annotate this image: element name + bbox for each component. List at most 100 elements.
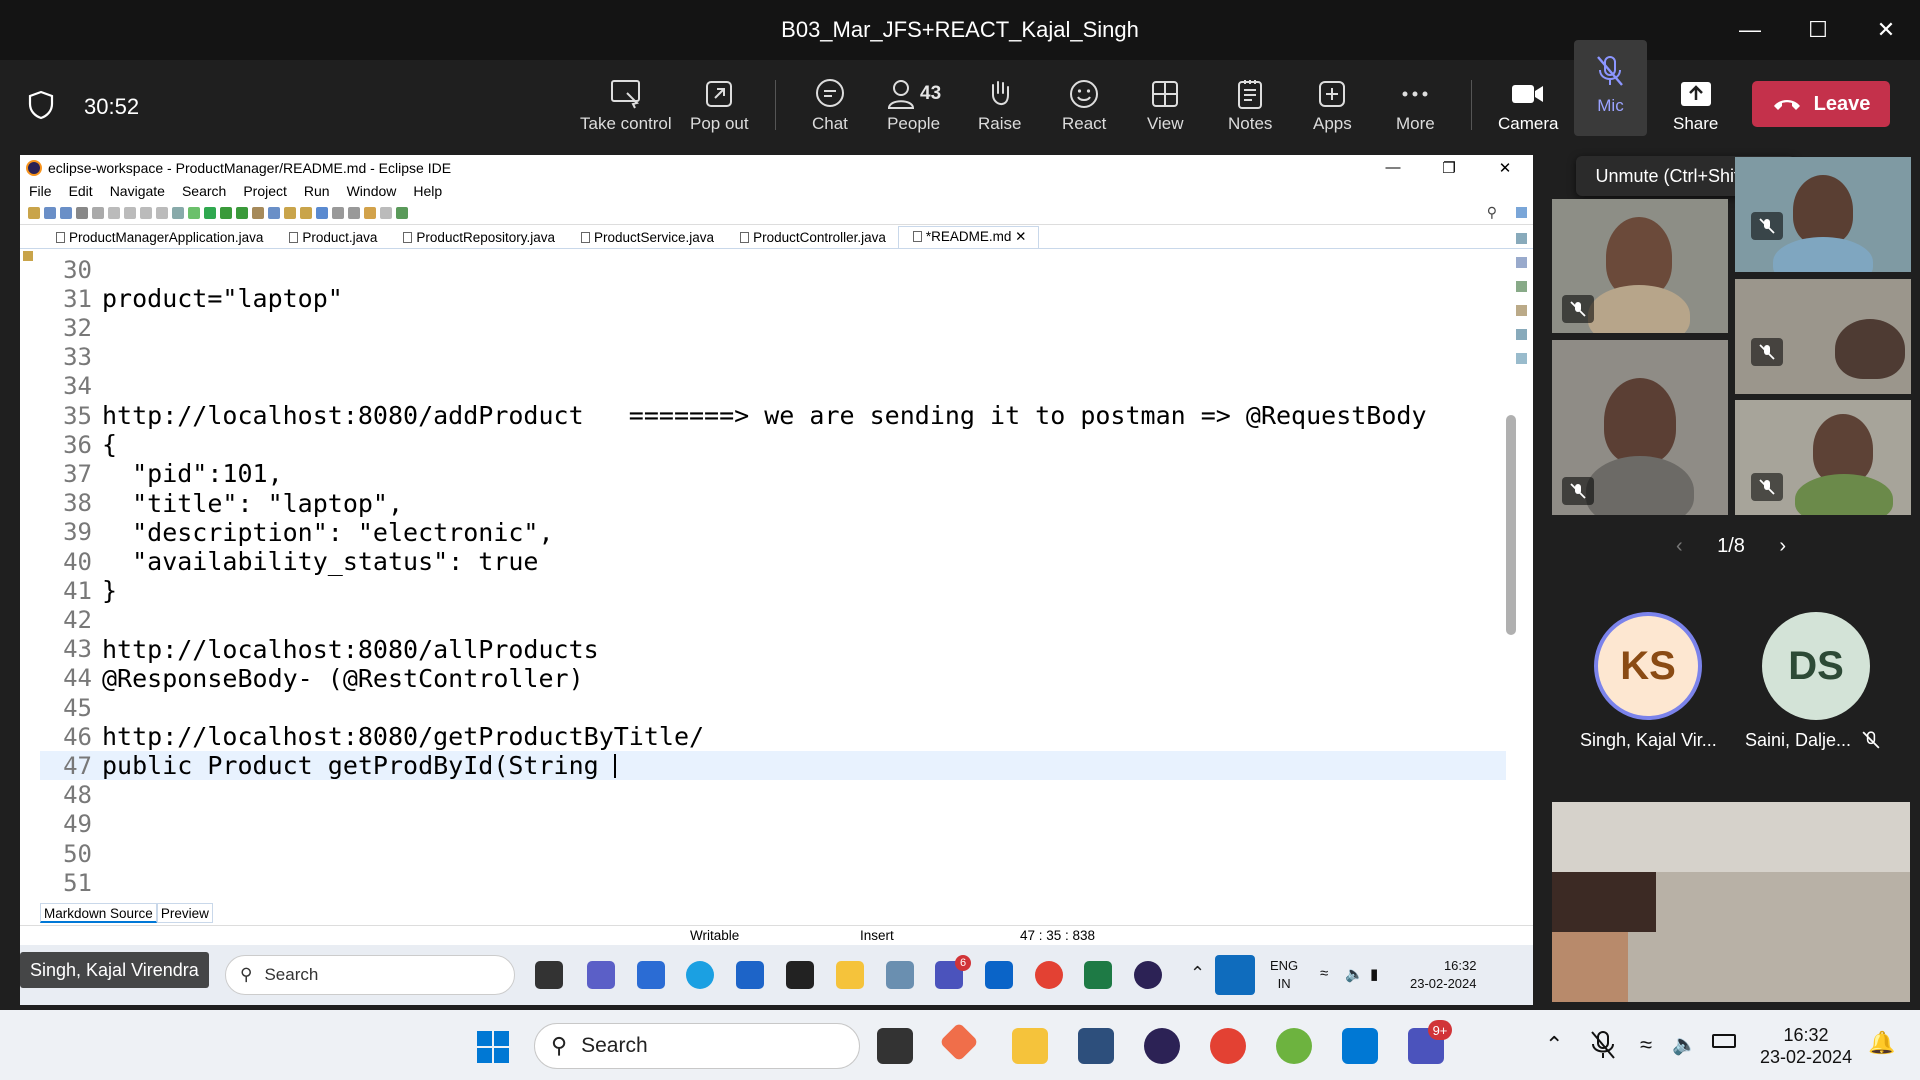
suspend-icon[interactable] — [140, 206, 152, 219]
calculator-icon[interactable] — [886, 961, 914, 989]
tab-productmanagerapplication[interactable]: ProductManagerApplication.java — [42, 230, 275, 248]
save-icon[interactable] — [44, 206, 56, 219]
print-icon[interactable] — [76, 206, 88, 219]
menu-edit[interactable]: Edit — [69, 183, 93, 199]
notification-bell-icon[interactable]: 🔔 — [1868, 1030, 1895, 1056]
tab-productrepository[interactable]: ProductRepository.java — [389, 230, 567, 248]
pop-out-button[interactable]: Pop out — [690, 74, 749, 146]
spring-tools-icon[interactable] — [1276, 1028, 1312, 1064]
tab-productcontroller[interactable]: ProductController.java — [726, 230, 898, 248]
tray-chevron-icon[interactable]: ⌃ — [1190, 963, 1205, 984]
folder-icon[interactable] — [836, 961, 864, 989]
presenter-mic-icon[interactable] — [1215, 955, 1255, 995]
maximize-icon[interactable]: ☐ — [1784, 0, 1852, 60]
camera-button[interactable]: Camera — [1498, 74, 1558, 146]
open-resource-icon[interactable] — [284, 206, 296, 219]
outlook-icon[interactable] — [985, 961, 1013, 989]
tab-close-icon[interactable]: ✕ — [1015, 229, 1026, 244]
code-line[interactable]: 43 http://localhost:8080/allProducts — [40, 635, 1506, 664]
problems-icon[interactable] — [1516, 281, 1527, 292]
eclipse-minimize-icon[interactable]: — — [1365, 155, 1421, 180]
participant-video[interactable] — [1735, 400, 1911, 515]
code-line[interactable]: 35 http://localhost:8080/addProduct =====… — [40, 401, 1506, 430]
leave-button[interactable]: Leave — [1752, 81, 1890, 127]
pager-next-icon[interactable]: › — [1779, 535, 1786, 558]
vscode-icon[interactable] — [1342, 1028, 1378, 1064]
menu-help[interactable]: Help — [413, 183, 442, 199]
participant-video[interactable] — [1735, 279, 1911, 394]
task-list-icon[interactable] — [1516, 257, 1527, 268]
teams-icon[interactable] — [587, 961, 615, 989]
resume-icon[interactable] — [124, 206, 136, 219]
coverage-icon[interactable] — [220, 206, 232, 219]
code-line[interactable]: 36 { — [40, 430, 1506, 459]
code-line[interactable]: 44 @ResponseBody- (@RestController) — [40, 664, 1506, 693]
code-line[interactable]: 46 http://localhost:8080/getProductByTitl… — [40, 722, 1506, 751]
back-icon[interactable] — [364, 206, 376, 219]
wifi-icon[interactable]: ≈ — [1320, 965, 1328, 982]
chrome-icon[interactable] — [1210, 1028, 1246, 1064]
skip-icon[interactable] — [108, 206, 120, 219]
tab-preview[interactable]: Preview — [156, 903, 213, 923]
next-annotation-icon[interactable] — [332, 206, 344, 219]
self-video[interactable] — [1552, 802, 1910, 1002]
menu-navigate[interactable]: Navigate — [110, 183, 165, 199]
avatar-ks[interactable]: KS — [1594, 612, 1702, 720]
sql-developer-icon[interactable] — [1078, 1028, 1114, 1064]
code-line[interactable]: 31 product="laptop" — [40, 284, 1506, 313]
participant-video[interactable] — [1735, 157, 1911, 272]
eclipse-restore-icon[interactable]: ❐ — [1421, 155, 1477, 180]
step-icon[interactable] — [172, 206, 184, 219]
more-button[interactable]: More — [1396, 74, 1435, 146]
servers-icon[interactable] — [1516, 329, 1527, 340]
close-icon[interactable]: ✕ — [1852, 0, 1920, 60]
code-line[interactable]: 37 "pid":101, — [40, 459, 1506, 488]
tray-chevron-icon[interactable]: ⌃ — [1545, 1032, 1563, 1058]
windows-start-icon[interactable] — [476, 1030, 510, 1064]
mic-button[interactable]: Mic — [1574, 40, 1647, 136]
battery-icon[interactable] — [1712, 1034, 1736, 1048]
perspective-icon[interactable] — [1516, 207, 1527, 218]
globe-icon[interactable] — [316, 206, 328, 219]
wifi-icon[interactable]: ≈ — [1640, 1032, 1652, 1058]
markdown-editor[interactable]: 30 31 product="laptop" 32 33 34 35 http://local… — [40, 255, 1506, 899]
eclipse-taskbar-icon[interactable] — [1134, 961, 1162, 989]
console-icon[interactable] — [1516, 305, 1527, 316]
menu-window[interactable]: Window — [347, 183, 397, 199]
task-view-icon[interactable] — [535, 961, 563, 989]
restore-icon[interactable] — [23, 251, 33, 261]
calendar-icon[interactable] — [637, 961, 665, 989]
chrome-icon[interactable] — [1035, 961, 1063, 989]
code-line[interactable]: 49 — [40, 810, 1506, 839]
code-line[interactable]: 33 — [40, 343, 1506, 372]
shield-icon[interactable] — [28, 90, 54, 120]
volume-icon[interactable]: 🔈 — [1345, 965, 1364, 983]
minimize-icon[interactable]: — — [1716, 0, 1784, 60]
forward-icon[interactable] — [380, 206, 392, 219]
menu-run[interactable]: Run — [304, 183, 330, 199]
system-clock[interactable]: 16:32 23-02-2024 — [1760, 1024, 1852, 1068]
menu-project[interactable]: Project — [243, 183, 287, 199]
store-icon[interactable] — [736, 961, 764, 989]
code-line[interactable]: 48 — [40, 781, 1506, 810]
code-line[interactable]: 45 — [40, 693, 1506, 722]
presenter-clock[interactable]: 16:32 23-02-2024 — [1410, 957, 1477, 993]
new-icon[interactable] — [28, 206, 40, 219]
pin-editor-icon[interactable] — [396, 206, 408, 219]
code-line[interactable]: 51 — [40, 868, 1506, 897]
share-button[interactable]: Share — [1673, 74, 1718, 146]
raise-hand-button[interactable]: Raise — [978, 74, 1021, 146]
prev-annotation-icon[interactable] — [348, 206, 360, 219]
terminal-icon[interactable] — [786, 961, 814, 989]
open-type-icon[interactable] — [252, 206, 264, 219]
react-button[interactable]: React — [1062, 74, 1106, 146]
open-task-icon[interactable] — [268, 206, 280, 219]
view-button[interactable]: View — [1147, 74, 1184, 146]
participant-video[interactable] — [1552, 340, 1728, 515]
tab-readme[interactable]: *README.md ✕ — [897, 226, 1040, 248]
marker-icon[interactable] — [300, 206, 312, 219]
code-line[interactable]: 39 "description": "electronic", — [40, 518, 1506, 547]
excel-icon[interactable] — [1084, 961, 1112, 989]
code-line[interactable]: 40 "availability_status": true — [40, 547, 1506, 576]
apps-button[interactable]: Apps — [1313, 74, 1352, 146]
